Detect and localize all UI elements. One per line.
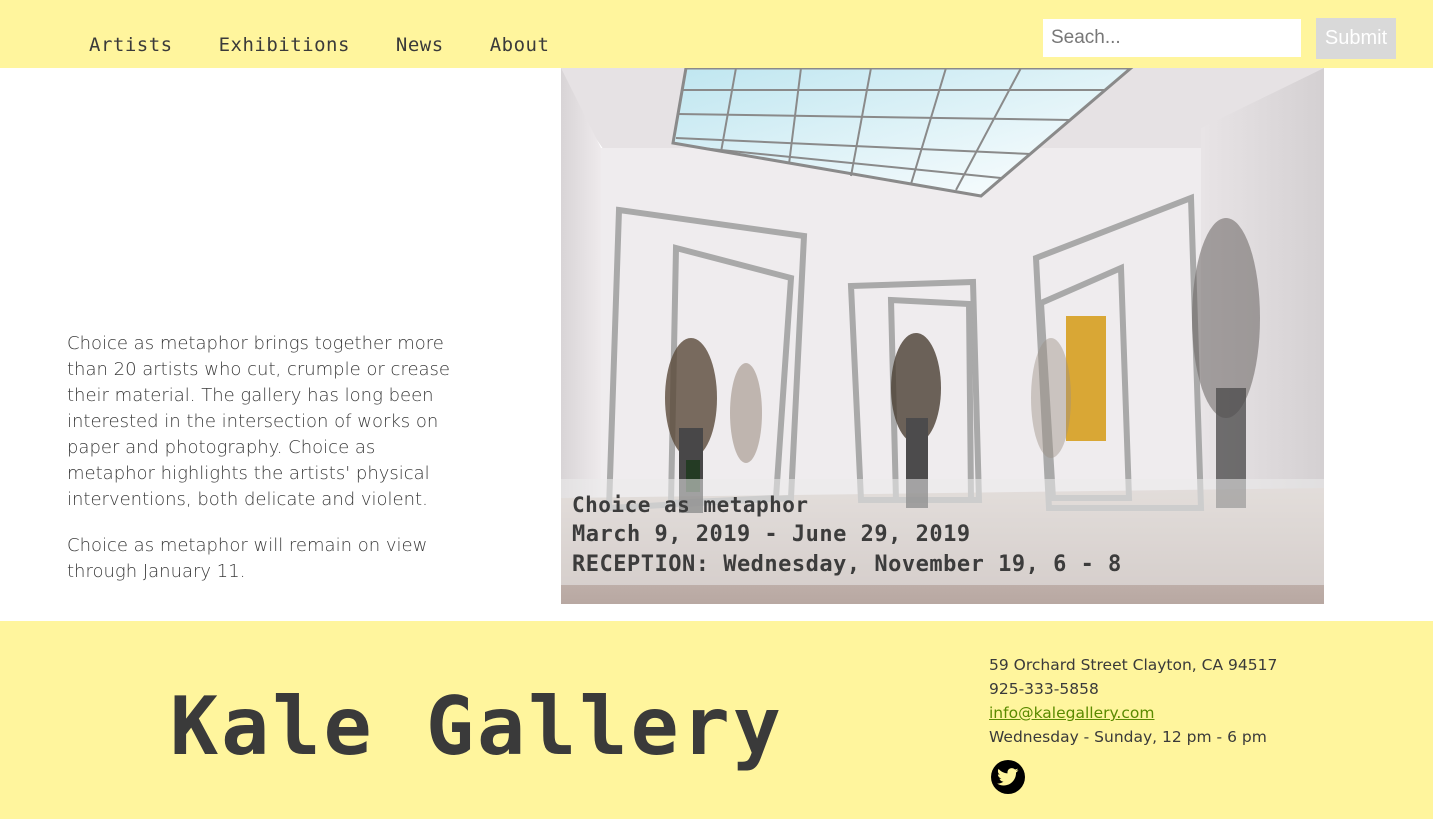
exhibition-dates: March 9, 2019 - June 29, 2019 <box>572 522 971 547</box>
email-link[interactable]: info@kalegallery.com <box>989 704 1154 722</box>
nav-artists[interactable]: Artists <box>89 34 173 56</box>
nav-news[interactable]: News <box>396 34 444 56</box>
exhibition-caption: Choice as metaphor March 9, 2019 - June … <box>561 479 1324 585</box>
exhibition-description: Choice as metaphor brings together more … <box>67 331 452 605</box>
address: 59 Orchard Street Clayton, CA 94517 <box>989 656 1278 674</box>
submit-button[interactable]: Submit <box>1316 18 1396 59</box>
site-header: Artists Exhibitions News About Submit <box>0 0 1433 68</box>
phone: 925-333-5858 <box>989 680 1099 698</box>
description-paragraph: Choice as metaphor brings together more … <box>67 333 451 510</box>
main-nav: Artists Exhibitions News About <box>89 34 595 56</box>
site-footer: Kale Gallery 59 Orchard Street Clayton, … <box>0 621 1433 819</box>
gallery-logo-text: Kale Gallery <box>170 680 784 773</box>
exhibition-title: Choice as metaphor <box>572 493 809 517</box>
twitter-icon[interactable] <box>991 760 1025 794</box>
exhibition-photo: Choice as metaphor March 9, 2019 - June … <box>561 68 1324 604</box>
search-input[interactable] <box>1043 19 1301 57</box>
exhibition-reception: RECEPTION: Wednesday, November 19, 6 - 8 <box>572 552 1122 577</box>
hours: Wednesday - Sunday, 12 pm - 6 pm <box>989 728 1267 746</box>
description-paragraph: Choice as metaphor will remain on view t… <box>67 535 428 582</box>
nav-about[interactable]: About <box>490 34 550 56</box>
twitter-bird-icon <box>997 768 1019 786</box>
contact-info: 59 Orchard Street Clayton, CA 94517 925-… <box>989 653 1277 749</box>
nav-exhibitions[interactable]: Exhibitions <box>219 34 350 56</box>
